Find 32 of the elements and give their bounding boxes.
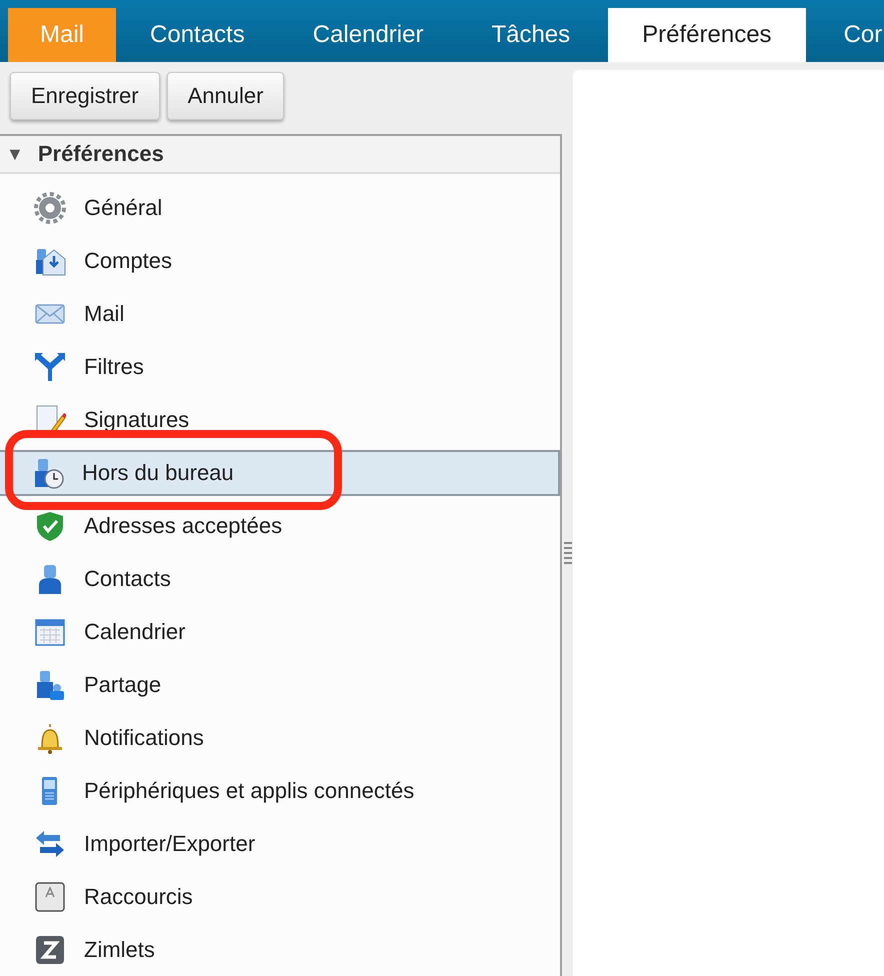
- toolbar-button[interactable]: Annuler: [166, 72, 284, 120]
- tree-item[interactable]: Adresses acceptées: [0, 499, 560, 552]
- tree-item[interactable]: Importer/Exporter: [0, 817, 560, 870]
- tree-item[interactable]: Général: [0, 181, 560, 234]
- tree-item[interactable]: Comptes: [0, 234, 560, 287]
- app-tab[interactable]: Tâches: [457, 8, 604, 62]
- person-clock-icon: [32, 457, 64, 489]
- tree-item[interactable]: Mail: [0, 287, 560, 340]
- app-tab[interactable]: Calendrier: [278, 8, 458, 62]
- tree-item[interactable]: Filtres: [0, 340, 560, 393]
- tree-item[interactable]: Signatures: [0, 393, 560, 446]
- app-tab[interactable]: Cor: [810, 8, 884, 62]
- app-tab[interactable]: Contacts: [116, 8, 279, 62]
- expand-toggle[interactable]: ▼: [6, 144, 24, 164]
- fork-arrow-icon: [34, 350, 66, 382]
- tree-item[interactable]: Calendrier: [0, 605, 560, 658]
- tree-item[interactable]: Contacts: [0, 552, 560, 605]
- people-icon: [34, 668, 66, 700]
- gear-icon: [34, 192, 66, 224]
- app-tab[interactable]: Préférences: [608, 8, 806, 62]
- toolbar-button[interactable]: Enregistrer: [10, 72, 160, 120]
- tree-item[interactable]: Raccourcis: [0, 870, 560, 923]
- splitter-grip-icon[interactable]: [564, 542, 572, 566]
- tree-header-label: Préférences: [38, 141, 164, 167]
- tree-item[interactable]: Hors du bureau: [0, 450, 560, 496]
- shield-check-icon: [34, 510, 66, 542]
- tree-item[interactable]: Partage: [0, 658, 560, 711]
- tree-item[interactable]: Zimlets: [0, 923, 560, 976]
- tree-item[interactable]: Notifications: [0, 711, 560, 764]
- key-icon: [34, 880, 66, 912]
- tree-item[interactable]: Périphériques et applis connectés: [0, 764, 560, 817]
- letter-tile-icon: [34, 934, 66, 966]
